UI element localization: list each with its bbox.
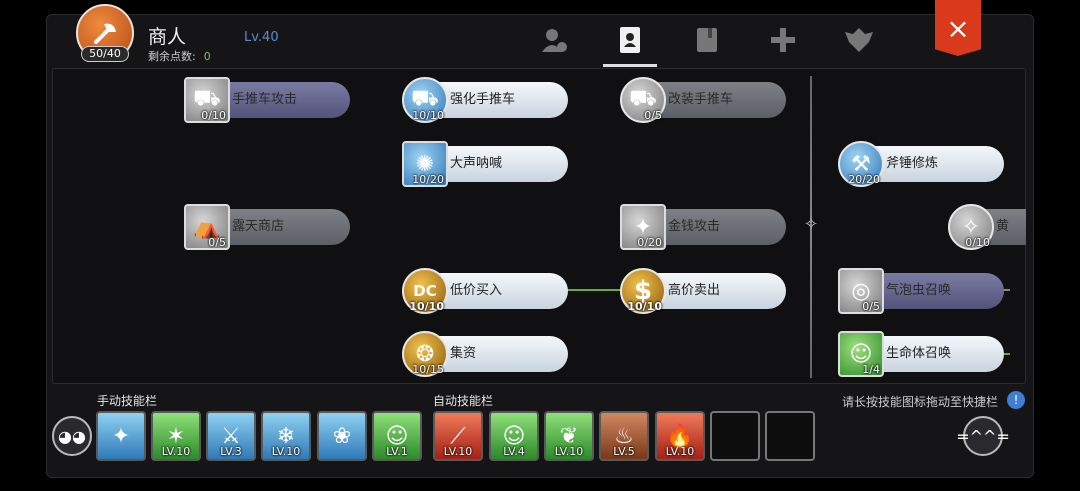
- coins-icon: ❂ 10/15: [402, 331, 448, 377]
- auto-slot[interactable]: ⟋ LV.10: [433, 411, 483, 461]
- skill-count: 0/5: [644, 109, 662, 122]
- skill-bubble-summon[interactable]: 气泡虫召唤 ◎ 0/5: [838, 268, 1004, 314]
- slot-level: LV.10: [271, 445, 301, 458]
- money-burst-icon: ✦ 0/20: [620, 204, 666, 250]
- skill-open-shop[interactable]: 露天商店 ⛺ 0/5: [184, 204, 350, 250]
- header: 50/40 商人 Lv.40 剩余点数: 0 ×: [46, 0, 1034, 68]
- skill-discount[interactable]: 低价买入 DC 10/10: [402, 268, 568, 314]
- skill-crowdfund[interactable]: 集资 ❂ 10/15: [402, 331, 568, 377]
- skill-count: 10/10: [627, 300, 662, 313]
- auto-slot[interactable]: 🔥 LV.10: [655, 411, 705, 461]
- shout-icon: ✺ 10/20: [402, 141, 448, 187]
- dc-icon: DC 10/10: [402, 268, 448, 314]
- manual-slot[interactable]: ✦: [96, 411, 146, 461]
- remaining-points-value: 0: [203, 50, 211, 63]
- slot-level: LV.10: [665, 445, 695, 458]
- cart-icon: ⛟ 0/10: [184, 77, 230, 123]
- cart-modify-icon: ⛟ 0/5: [620, 77, 666, 123]
- skill-axe-mastery[interactable]: 斧锤修炼 ⚒ 20/20: [838, 141, 1004, 187]
- swirl-icon: ◎ 0/5: [838, 268, 884, 314]
- skill-count: 20/20: [848, 173, 880, 186]
- skill-connector: [566, 289, 622, 291]
- skill-partial[interactable]: 黄 ✧ 0/10: [948, 204, 1026, 250]
- skill-cart-attack[interactable]: 手推车攻击 ⛟ 0/10: [184, 77, 350, 123]
- character-level: Lv.40: [244, 30, 279, 45]
- cart-upgrade-icon: ⛟ 10/10: [402, 77, 448, 123]
- cat-mascot-icon[interactable]: =^^=: [956, 416, 1010, 456]
- drag-hint: 请长按技能图标拖动至快捷栏: [842, 395, 999, 409]
- slot-level: LV.4: [503, 445, 525, 458]
- person-star-icon: [542, 29, 567, 52]
- auto-slot-empty[interactable]: [710, 411, 760, 461]
- skill-count: 0/20: [637, 236, 662, 249]
- manual-slot[interactable]: ☺ LV.1: [372, 411, 422, 461]
- skill-count: 0/10: [965, 236, 990, 249]
- skill-mammonite[interactable]: 金钱攻击 ✦ 0/20: [620, 204, 786, 250]
- skill-count: 10/20: [412, 173, 444, 186]
- dollar-icon: $10/10: [620, 268, 666, 314]
- remaining-points-label: 剩余点数:: [148, 50, 196, 63]
- skill-count: 10/10: [409, 300, 444, 313]
- remaining-points: 剩余点数: 0: [148, 48, 211, 64]
- book-icon: [697, 28, 717, 52]
- manual-slot[interactable]: ❀: [317, 411, 367, 461]
- skill-overcharge[interactable]: 高价卖出 $10/10: [620, 268, 786, 314]
- cross-icon: [771, 28, 795, 52]
- skill-loud-shout[interactable]: 大声呐喊 ✺ 10/20: [402, 141, 568, 187]
- info-icon[interactable]: !: [1007, 391, 1025, 409]
- axe-icon: [94, 23, 116, 44]
- character-name: 商人: [148, 26, 187, 48]
- slot-level: LV.3: [220, 445, 242, 458]
- avatar-count: 50/40: [81, 46, 129, 62]
- close-icon: ×: [946, 11, 970, 45]
- tab-emblem[interactable]: [839, 22, 879, 58]
- skill-count: 10/15: [412, 363, 444, 376]
- skill-count: 1/4: [862, 363, 880, 376]
- slot-level: LV.5: [613, 445, 635, 458]
- slot-level: LV.10: [443, 445, 473, 458]
- slot-level: LV.10: [161, 445, 191, 458]
- tab-character[interactable]: [534, 22, 574, 58]
- manual-slot[interactable]: ✶ LV.10: [151, 411, 201, 461]
- skill-count: 0/5: [208, 236, 226, 249]
- skill-count: 10/10: [412, 109, 444, 122]
- slot-level: LV.10: [554, 445, 584, 458]
- auto-slot-empty[interactable]: [765, 411, 815, 461]
- skill-count: 0/5: [862, 300, 880, 313]
- manual-mascot-icon[interactable]: ◕◕: [52, 416, 92, 456]
- manual-slot[interactable]: ❄ LV.10: [261, 411, 311, 461]
- slot-level: LV.1: [386, 445, 408, 458]
- auto-slot[interactable]: ❦ LV.10: [544, 411, 594, 461]
- tent-icon: ⛺ 0/5: [184, 204, 230, 250]
- emblem-icon: [845, 28, 873, 52]
- spark-icon: ✧ 0/10: [948, 204, 994, 250]
- auto-slot[interactable]: ☺ LV.4: [489, 411, 539, 461]
- skill-homunculus-summon[interactable]: 生命体召唤 ☺ 1/4: [838, 331, 1004, 377]
- divider-ornament-icon: ✧: [803, 214, 819, 235]
- active-tab-underline: [603, 64, 657, 67]
- homunculus-icon: ☺ 1/4: [838, 331, 884, 377]
- skill-modify-cart[interactable]: 改装手推车 ⛟ 0/5: [620, 77, 786, 123]
- manual-bar-label: 手动技能栏: [97, 394, 158, 408]
- skill-book-icon: [620, 27, 640, 53]
- close-button[interactable]: ×: [935, 0, 981, 56]
- tab-cross[interactable]: [763, 22, 803, 58]
- tab-codex[interactable]: [687, 22, 727, 58]
- manual-slot[interactable]: ⚔ LV.3: [206, 411, 256, 461]
- auto-bar-label: 自动技能栏: [433, 394, 494, 408]
- auto-slot[interactable]: ♨ LV.5: [599, 411, 649, 461]
- tab-skill-book[interactable]: [610, 22, 650, 58]
- skill-count: 0/10: [201, 109, 226, 122]
- skill-strengthen-cart[interactable]: 强化手推车 ⛟ 10/10: [402, 77, 568, 123]
- hammer-icon: ⚒ 20/20: [838, 141, 884, 187]
